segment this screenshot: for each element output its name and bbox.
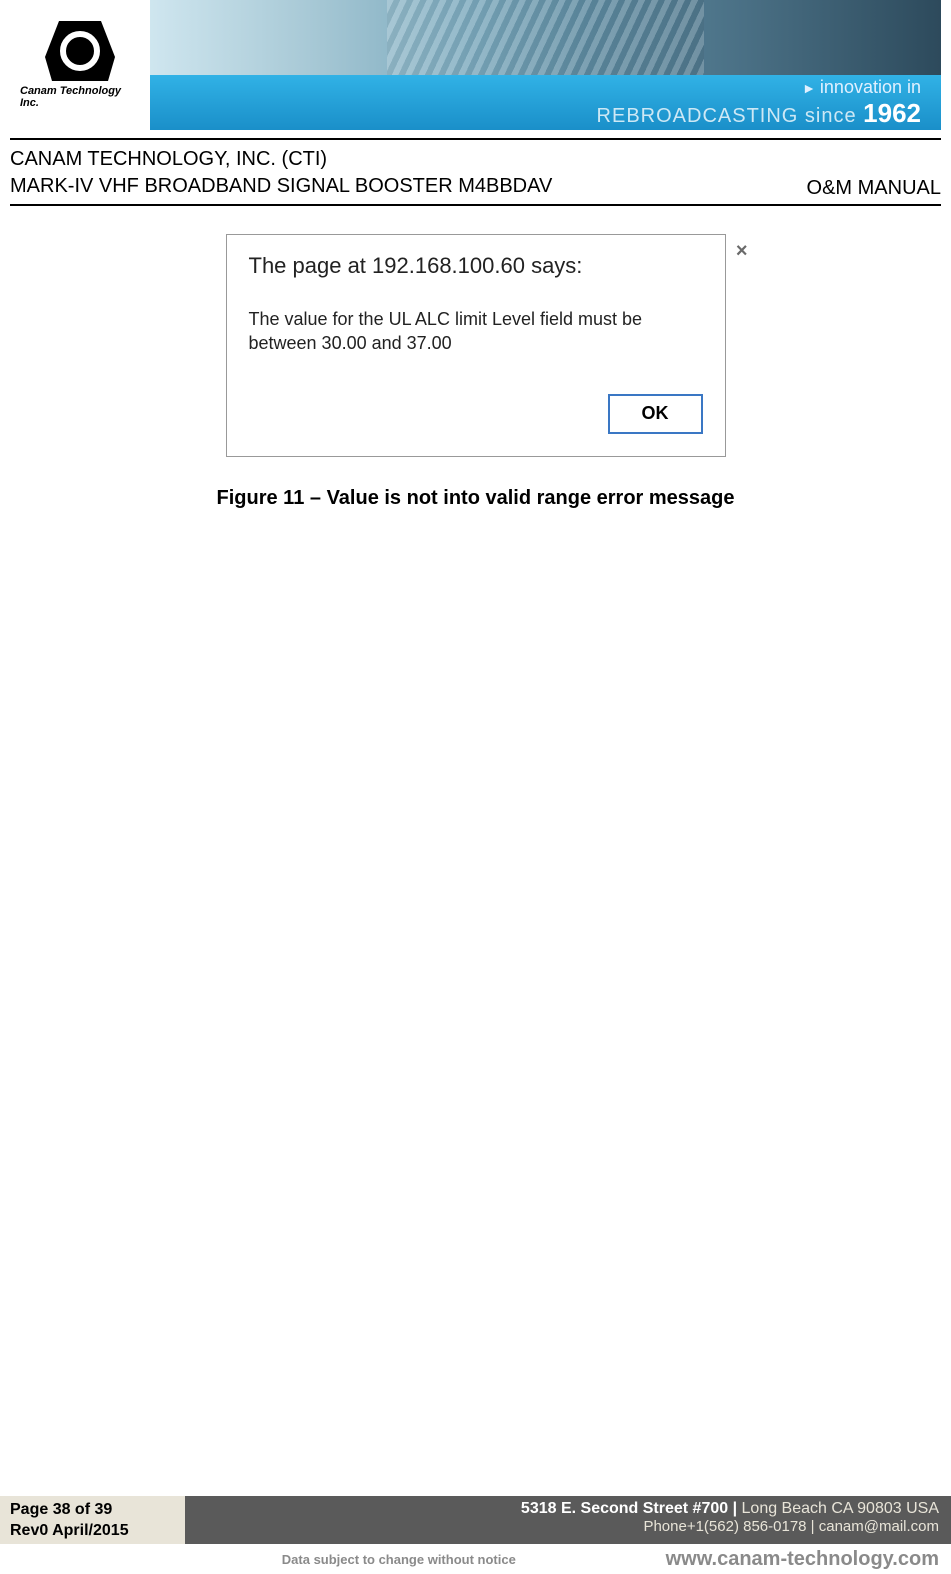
product-name: MARK-IV VHF BROADBAND SIGNAL BOOSTER M4B…	[10, 173, 552, 200]
banner-photo-strip	[150, 0, 941, 75]
ok-button[interactable]: OK	[608, 394, 703, 434]
cti-logo: Canam Technology Inc.	[20, 5, 140, 125]
company-name: CANAM TECHNOLOGY, INC. (CTI)	[10, 146, 552, 173]
dialog-title: The page at 192.168.100.60 says:	[249, 253, 703, 279]
footer-notice: Data subject to change without notice	[132, 1552, 666, 1567]
figure-11: The page at 192.168.100.60 says: The val…	[0, 234, 951, 510]
revision: Rev0 April/2015	[10, 1521, 175, 1542]
banner-tagline-bar: ►innovation in REBROADCASTING since 1962	[150, 75, 941, 130]
footer-below: Data subject to change without notice ww…	[0, 1544, 951, 1574]
doc-meta-left: CANAM TECHNOLOGY, INC. (CTI) MARK-IV VHF…	[10, 146, 552, 200]
tagline-rebroadcast: REBROADCASTING since 1962	[597, 98, 921, 129]
tagline-rebroadcast-prefix: REBROADCASTING since	[597, 105, 864, 127]
doc-meta-row: CANAM TECHNOLOGY, INC. (CTI) MARK-IV VHF…	[10, 146, 941, 206]
footer-url: www.canam-technology.com	[666, 1548, 939, 1571]
footer-phone: Phone+1(562) 856-0178 | canam@mail.com	[185, 1518, 939, 1535]
dialog-button-row: OK	[249, 394, 703, 434]
cti-logo-mark	[45, 21, 115, 81]
close-icon[interactable]: ×	[736, 240, 748, 263]
header-banner: Canam Technology Inc. ►innovation in REB…	[10, 0, 941, 130]
play-icon: ►	[802, 80, 816, 96]
cti-logo-text: Canam Technology Inc.	[20, 85, 140, 109]
footer-address: 5318 E. Second Street #700 | Long Beach …	[185, 1500, 939, 1518]
tagline-year: 1962	[863, 98, 921, 128]
page-number: Page 38 of 39	[10, 1500, 175, 1521]
page-footer: Page 38 of 39 Rev0 April/2015 5318 E. Se…	[0, 1496, 951, 1574]
logo-column: Canam Technology Inc.	[10, 0, 150, 130]
header-rule	[10, 138, 941, 140]
footer-page-block: Page 38 of 39 Rev0 April/2015	[0, 1496, 185, 1544]
banner-graphic: ►innovation in REBROADCASTING since 1962	[150, 0, 941, 130]
footer-address-bold: 5318 E. Second Street #700 |	[521, 1500, 742, 1517]
figure-caption: Figure 11 – Value is not into valid rang…	[217, 487, 735, 510]
footer-contact: 5318 E. Second Street #700 | Long Beach …	[185, 1496, 951, 1544]
dialog-message: The value for the UL ALC limit Level fie…	[249, 307, 703, 356]
doc-type: O&M MANUAL	[807, 177, 941, 200]
footer-bar: Page 38 of 39 Rev0 April/2015 5318 E. Se…	[0, 1496, 951, 1544]
browser-alert-dialog: The page at 192.168.100.60 says: The val…	[226, 234, 726, 457]
footer-address-rest: Long Beach CA 90803 USA	[742, 1500, 939, 1517]
tagline-innovation-text: innovation in	[820, 77, 921, 97]
tagline-innovation: ►innovation in	[802, 77, 921, 98]
